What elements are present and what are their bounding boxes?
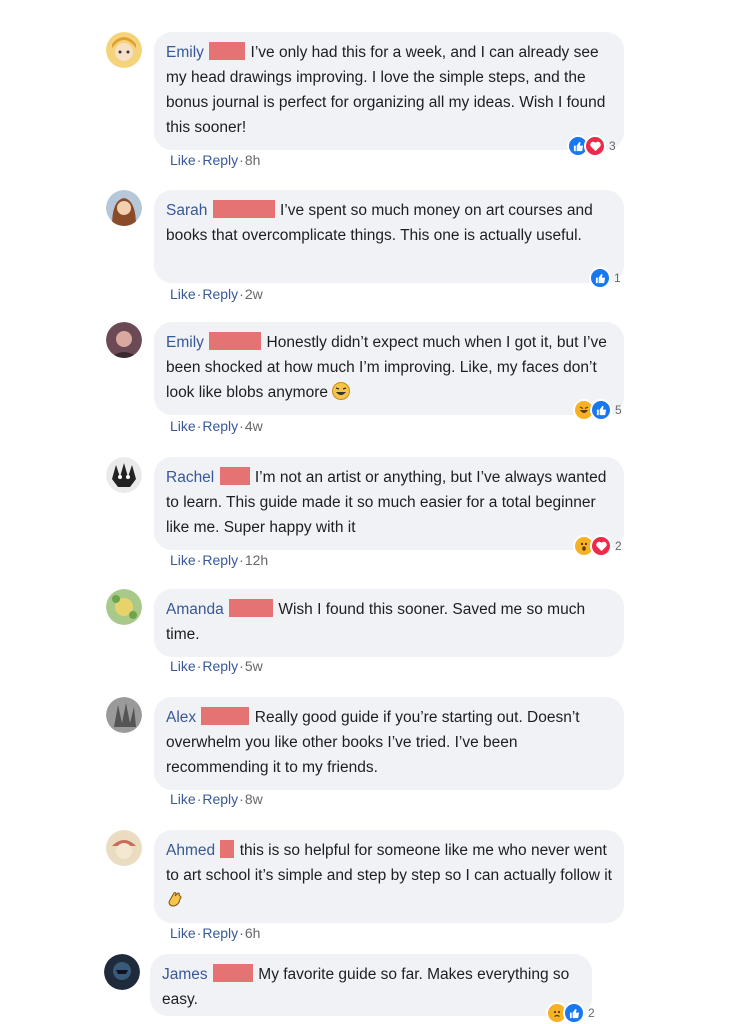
comment-author[interactable]: Emily [166,334,204,351]
like-link[interactable]: Like [170,791,196,807]
timestamp[interactable]: 5w [245,658,263,674]
comment-bubble: Sarah I’ve spent so much money on art co… [154,190,624,283]
reaction-summary[interactable]: 5 [573,399,622,421]
reaction-summary[interactable]: 3 [567,135,616,157]
comment-actions: Like·Reply·5w [170,658,263,674]
timestamp[interactable]: 2w [245,286,263,302]
like-link[interactable]: Like [170,152,196,168]
comment-bubble: Rachel I’m not an artist or anything, bu… [154,457,624,550]
comment-actions: Like·Reply·12h [170,552,269,568]
comment-bubble: Amanda Wish I found this sooner. Saved m… [154,589,624,657]
comment-actions: Like·Reply·4w [170,418,263,434]
comment-author[interactable]: Ahmed [166,842,215,859]
timestamp[interactable]: 12h [245,552,268,568]
grinning-sweat-emoji-icon [332,382,351,400]
reply-link[interactable]: Reply [202,658,238,674]
reaction-count: 3 [609,139,616,153]
love-icon [590,535,612,557]
redacted-name [201,707,250,725]
reply-link[interactable]: Reply [202,552,238,568]
comment-author[interactable]: Sarah [166,202,207,219]
comment-bubble: James My favorite guide so far. Makes ev… [150,954,592,1016]
like-icon [590,399,612,421]
like-link[interactable]: Like [170,552,196,568]
like-link[interactable]: Like [170,418,196,434]
redacted-name [209,42,246,60]
like-icon [589,267,611,289]
timestamp[interactable]: 4w [245,418,263,434]
like-link[interactable]: Like [170,658,196,674]
avatar[interactable] [106,697,142,733]
comment-actions: Like·Reply·2w [170,286,263,302]
comment-author[interactable]: Amanda [166,601,224,618]
avatar[interactable] [106,32,142,68]
reaction-count: 1 [614,271,621,285]
reply-link[interactable]: Reply [202,286,238,302]
comment-author[interactable]: Emily [166,44,204,61]
redacted-name [209,332,262,350]
reply-link[interactable]: Reply [202,925,238,941]
timestamp[interactable]: 8w [245,791,263,807]
comment-author[interactable]: Alex [166,709,196,726]
comment-author[interactable]: Rachel [166,469,214,486]
reply-link[interactable]: Reply [202,418,238,434]
love-icon [584,135,606,157]
redacted-name [212,200,275,218]
reaction-summary[interactable]: 2 [546,1002,595,1024]
avatar[interactable] [106,830,142,866]
avatar[interactable] [104,954,140,990]
redacted-name [212,964,253,982]
reaction-count: 5 [615,403,622,417]
comment-bubble: Alex Really good guide if you’re startin… [154,697,624,790]
redacted-name [219,467,250,485]
comment-bubble: Emily Honestly didn’t expect much when I… [154,322,624,415]
comment-actions: Like·Reply·8h [170,152,261,168]
avatar[interactable] [106,457,142,493]
like-icon [563,1002,585,1024]
redacted-name [229,599,274,617]
reply-link[interactable]: Reply [202,152,238,168]
comment-actions: Like·Reply·8w [170,791,263,807]
reaction-count: 2 [615,539,622,553]
clapping-hand-emoji-icon [166,890,184,908]
like-link[interactable]: Like [170,286,196,302]
reply-link[interactable]: Reply [202,791,238,807]
avatar[interactable] [106,589,142,625]
comment-actions: Like·Reply·6h [170,925,261,941]
reaction-count: 2 [588,1006,595,1020]
like-link[interactable]: Like [170,925,196,941]
comment-bubble: Emily I’ve only had this for a week, and… [154,32,624,150]
reaction-summary[interactable]: 2 [573,535,622,557]
timestamp[interactable]: 6h [245,925,261,941]
reaction-summary[interactable]: 1 [589,267,621,289]
avatar[interactable] [106,322,142,358]
comment-author[interactable]: James [162,966,208,983]
redacted-name [220,840,235,858]
comment-bubble: Ahmed this is so helpful for someone lik… [154,830,624,923]
timestamp[interactable]: 8h [245,152,261,168]
avatar[interactable] [106,190,142,226]
